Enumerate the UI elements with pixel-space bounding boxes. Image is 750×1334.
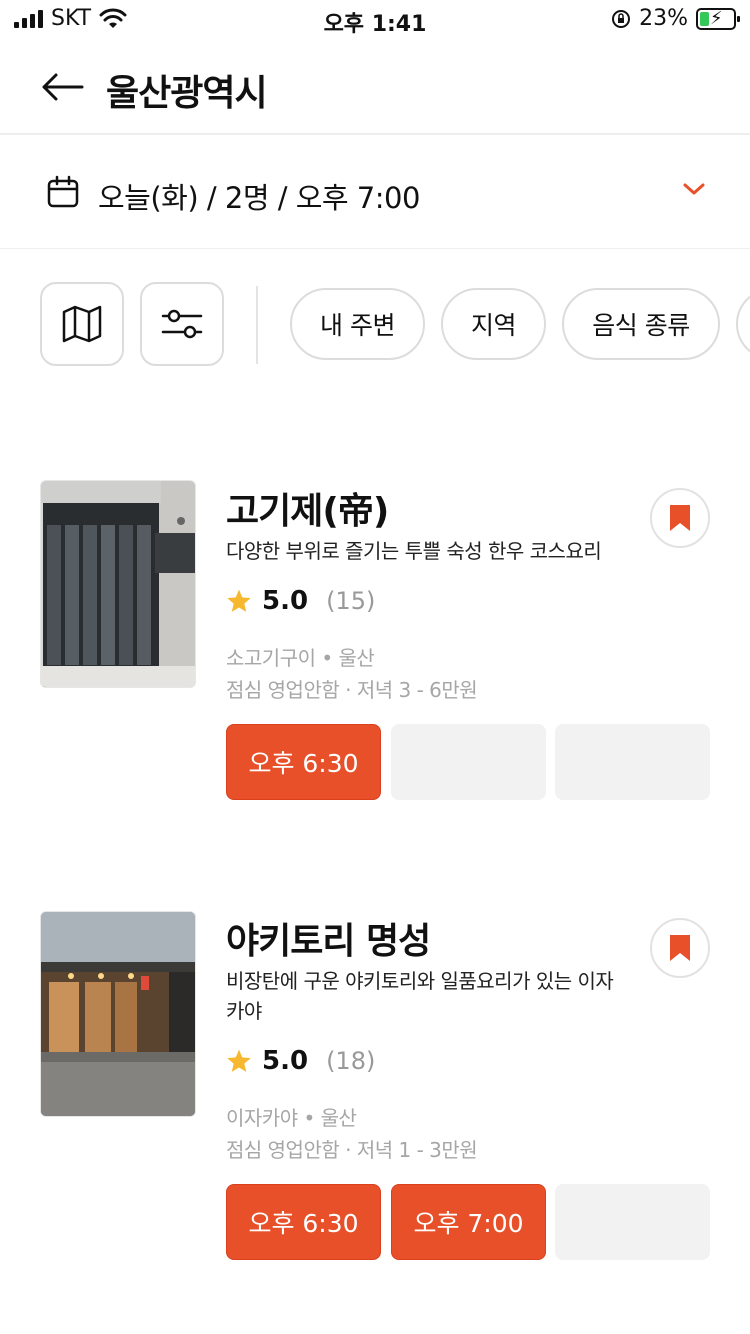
review-count: (15) [326,587,376,615]
restaurant-name[interactable]: 고기제(帝) [226,482,389,534]
time-slot-empty [555,724,710,800]
category-area: 소고기구이 • 울산 [226,646,375,670]
restaurant-description: 비장탄에 구운 야키토리와 일품요리가 있는 이자카야 [226,969,614,1023]
time-slot[interactable]: 오후 6:30 [226,724,381,800]
sliders-icon [161,309,203,339]
restaurant-name[interactable]: 야키토리 명성 [226,912,431,964]
map-icon [62,305,102,343]
filter-bar: 내 주변 지역 음식 종류 [0,282,750,366]
star-icon [227,589,251,612]
status-right: 23% ⚡ [611,6,740,31]
rating-score: 5.0 [262,586,309,616]
time-slot-empty [555,1184,710,1260]
chip-region[interactable]: 지역 [441,288,546,360]
rating: 5.0 (15) [226,586,375,616]
bookmark-button[interactable] [650,488,710,548]
restaurant-photo-image [41,481,195,687]
category-area: 이자카야 • 울산 [226,1106,357,1130]
bookmark-icon [670,505,690,531]
orientation-lock-icon [612,9,631,28]
reservation-selector[interactable]: 오늘(화) / 2명 / 오후 7:00 [0,137,750,249]
back-button[interactable] [36,65,88,109]
reservation-summary: 오늘(화) / 2명 / 오후 7:00 [98,181,420,215]
arrow-left-icon [42,73,84,101]
restaurant-photo-image [41,912,195,1116]
header: 울산광역시 [0,40,750,135]
time-slot[interactable]: 오후 6:30 [226,1184,381,1260]
restaurant-description: 다양한 부위로 즐기는 투쁠 숙성 한우 코스요리 [226,539,602,563]
status-bar: SKT 오후 1:41 23% ⚡ [0,0,750,40]
hours-price: 점심 영업안함 · 저녁 1 - 3만원 [226,1138,478,1162]
calendar-icon [47,175,79,208]
bookmark-icon [670,935,690,961]
bookmark-button[interactable] [650,918,710,978]
chip-nearby[interactable]: 내 주변 [290,288,425,360]
star-icon [227,1049,251,1072]
review-count: (18) [326,1047,376,1075]
chip-food-type[interactable]: 음식 종류 [562,288,720,360]
chevron-down-icon[interactable] [682,181,706,197]
time-slot[interactable]: 오후 7:00 [391,1184,546,1260]
time-slot-empty [391,724,546,800]
page-title: 울산광역시 [106,73,268,114]
restaurant-photo [40,911,196,1117]
rating: 5.0 (18) [226,1046,375,1076]
filter-settings-button[interactable] [140,282,224,366]
hours-price: 점심 영업안함 · 저녁 3 - 6만원 [226,678,478,702]
map-button[interactable] [40,282,124,366]
chip-more[interactable] [736,288,750,360]
restaurant-photo [40,480,196,688]
battery-icon: ⚡ [696,7,740,30]
battery-percent: 23% [639,6,688,31]
filter-divider [256,286,258,364]
rating-score: 5.0 [262,1046,309,1076]
